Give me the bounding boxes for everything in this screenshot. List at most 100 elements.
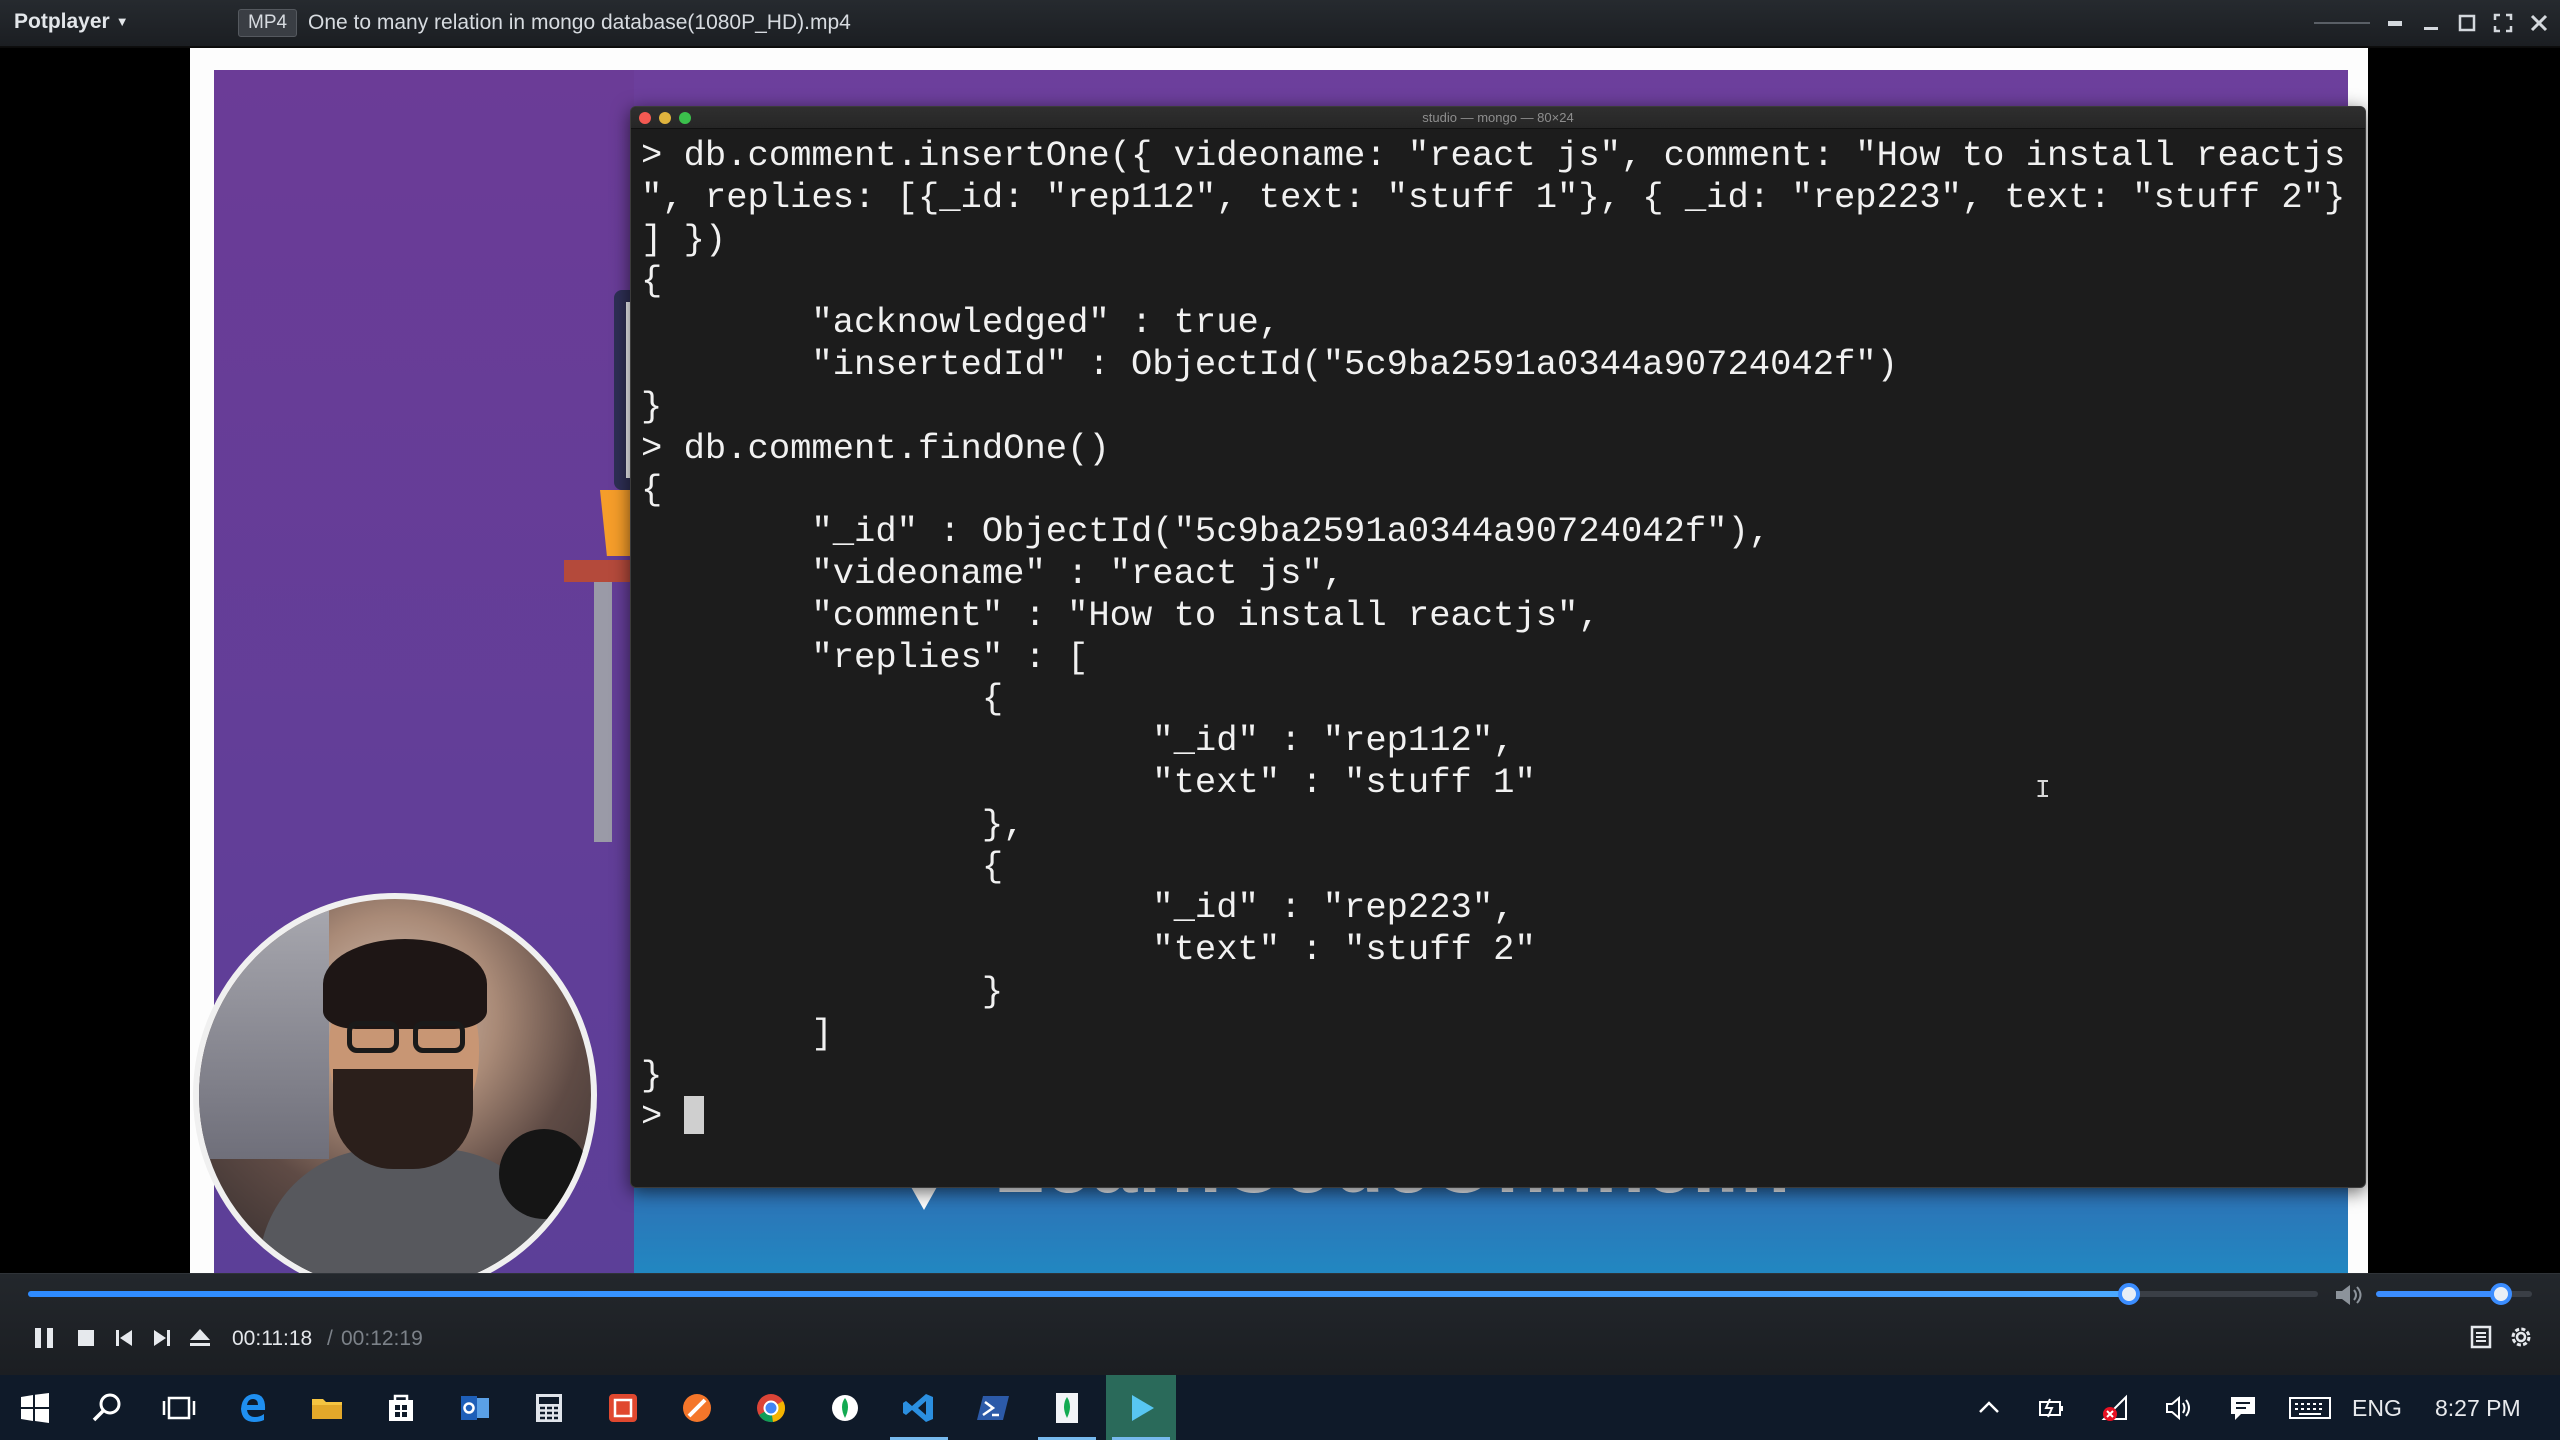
presenter-beard: [333, 1069, 473, 1169]
taskbar-mongodb[interactable]: [1032, 1375, 1102, 1440]
taskbar-calculator[interactable]: [514, 1375, 584, 1440]
tray-action-center[interactable]: [2228, 1393, 2258, 1423]
terminal-line: }: [641, 385, 663, 427]
terminal-window[interactable]: studio — mongo — 80×24 > db.comment.inse…: [630, 106, 2366, 1188]
terminal-line: {: [641, 678, 1004, 720]
window-controls: [2314, 8, 2550, 38]
terminal-output[interactable]: > db.comment.insertOne({ videoname: "rea…: [631, 129, 2365, 1138]
text-cursor: [683, 1096, 704, 1135]
terminal-app-icon: [609, 1393, 637, 1422]
playlist-icon[interactable]: [2468, 1324, 2494, 1350]
terminal-line: "insertedId" : ObjectId("5c9ba2591a0344a…: [641, 343, 1898, 385]
eject-button[interactable]: [186, 1324, 214, 1352]
skip-next-icon: [154, 1330, 170, 1346]
stop-button[interactable]: [72, 1324, 100, 1352]
terminal-line: {: [641, 260, 663, 302]
time-current: 00:11:18: [232, 1327, 313, 1350]
store-icon: [389, 1394, 413, 1421]
taskbar-mongodb-compass[interactable]: [810, 1375, 880, 1440]
taskbar-potplayer[interactable]: [1106, 1375, 1176, 1440]
eject-icon: [190, 1329, 210, 1346]
start-button[interactable]: [0, 1375, 70, 1440]
terminal-line: "videoname" : "react js",: [641, 552, 1345, 594]
taskbar-outlook[interactable]: [440, 1375, 510, 1440]
tray-language[interactable]: ENG: [2352, 1393, 2402, 1423]
volume-handle[interactable]: [2489, 1283, 2512, 1305]
title-divider: [2314, 22, 2370, 24]
tray-network[interactable]: [2100, 1393, 2130, 1423]
format-badge: MP4: [238, 9, 298, 37]
tray-battery[interactable]: [2036, 1393, 2066, 1423]
pin-icon[interactable]: [2384, 12, 2406, 34]
volume-icon[interactable]: [2334, 1282, 2364, 1308]
volume-level: [2376, 1291, 2501, 1297]
tray-keyboard[interactable]: [2288, 1393, 2332, 1423]
terminal-line: "acknowledged" : true,: [641, 302, 1281, 344]
mongodb-icon: [1056, 1392, 1078, 1423]
terminal-line: }: [641, 1054, 663, 1096]
tray-clock[interactable]: 8:27 PM: [2435, 1393, 2521, 1423]
taskbar-powershell[interactable]: [958, 1375, 1028, 1440]
terminal-prompt-line[interactable]: >: [641, 1096, 2365, 1138]
pause-button[interactable]: [30, 1324, 58, 1352]
pause-icon: [35, 1328, 53, 1348]
terminal-line: },: [641, 803, 1025, 845]
play-icon: [1132, 1394, 1154, 1421]
next-button[interactable]: [148, 1324, 176, 1352]
terminal-line: "text" : "stuff 1": [641, 761, 1536, 803]
presenter-hair: [323, 939, 487, 1029]
chevron-down-icon: ▼: [115, 14, 129, 29]
terminal-line: > db.comment.insertOne({ videoname: "rea…: [641, 135, 2346, 176]
video-area[interactable]: LearnCodeOnline.in studio — mongo — 80×2…: [0, 48, 2560, 1300]
windows-taskbar: ENG 8:27 PM: [0, 1375, 2560, 1440]
seek-handle[interactable]: [2118, 1283, 2141, 1305]
terminal-line: "_id" : ObjectId("5c9ba2591a0344a9072404…: [641, 511, 1771, 553]
terminal-title: studio — mongo — 80×24: [1422, 110, 1574, 125]
task-view-icon: [162, 1396, 196, 1419]
terminal-line: "text" : "stuff 2": [641, 929, 1536, 971]
gear-icon[interactable]: [2508, 1324, 2534, 1350]
seek-progress: [28, 1291, 2130, 1297]
presenter-webcam: [193, 893, 597, 1297]
time-separator: /: [327, 1327, 333, 1350]
player-controls: 00:11:18 / 00:12:19: [0, 1273, 2560, 1375]
powershell-icon: [977, 1395, 1009, 1420]
app-menu-button[interactable]: Potplayer ▼: [14, 10, 129, 34]
chrome-icon: [757, 1393, 785, 1422]
illustration-desk-leg: [594, 582, 612, 842]
taskbar-vscode[interactable]: [884, 1375, 954, 1440]
taskbar-chrome[interactable]: [736, 1375, 806, 1440]
search-icon: [92, 1393, 121, 1421]
file-title: One to many relation in mongo database(1…: [308, 11, 851, 34]
ibeam-cursor-icon: I: [2035, 775, 2051, 805]
terminal-line: "_id" : "rep112",: [641, 720, 1515, 762]
folder-icon: [312, 1398, 342, 1419]
seek-bar[interactable]: [28, 1283, 2318, 1305]
edge-icon: [241, 1393, 266, 1422]
fullscreen-icon[interactable]: [2492, 12, 2514, 34]
tray-overflow-button[interactable]: [1974, 1393, 2004, 1423]
volume-slider[interactable]: [2376, 1283, 2532, 1305]
taskbar-file-explorer[interactable]: [292, 1375, 362, 1440]
terminal-line: "replies" : [: [641, 636, 1089, 678]
terminal-line: {: [641, 845, 1004, 887]
taskbar-store[interactable]: [366, 1375, 436, 1440]
terminal-line: {: [641, 469, 663, 511]
previous-button[interactable]: [110, 1324, 138, 1352]
firefox-icon: [683, 1393, 711, 1422]
close-icon[interactable]: [2528, 12, 2550, 34]
stop-icon: [78, 1330, 94, 1346]
chevron-up-icon: [1979, 1401, 1999, 1413]
terminal-line: ", replies: [{_id: "rep112", text: "stuf…: [641, 176, 2346, 218]
keyboard-icon: [2289, 1397, 2331, 1419]
terminal-prompt: >: [641, 1096, 684, 1138]
taskbar-edge[interactable]: [218, 1375, 288, 1440]
task-view-button[interactable]: [144, 1375, 214, 1440]
minimize-icon[interactable]: [2420, 12, 2442, 34]
terminal-line: > db.comment.findOne(): [641, 427, 1110, 469]
maximize-icon[interactable]: [2456, 12, 2478, 34]
tray-volume[interactable]: [2164, 1393, 2194, 1423]
taskbar-powershell-ise[interactable]: [588, 1375, 658, 1440]
taskbar-search[interactable]: [72, 1375, 142, 1440]
taskbar-firefox[interactable]: [662, 1375, 732, 1440]
